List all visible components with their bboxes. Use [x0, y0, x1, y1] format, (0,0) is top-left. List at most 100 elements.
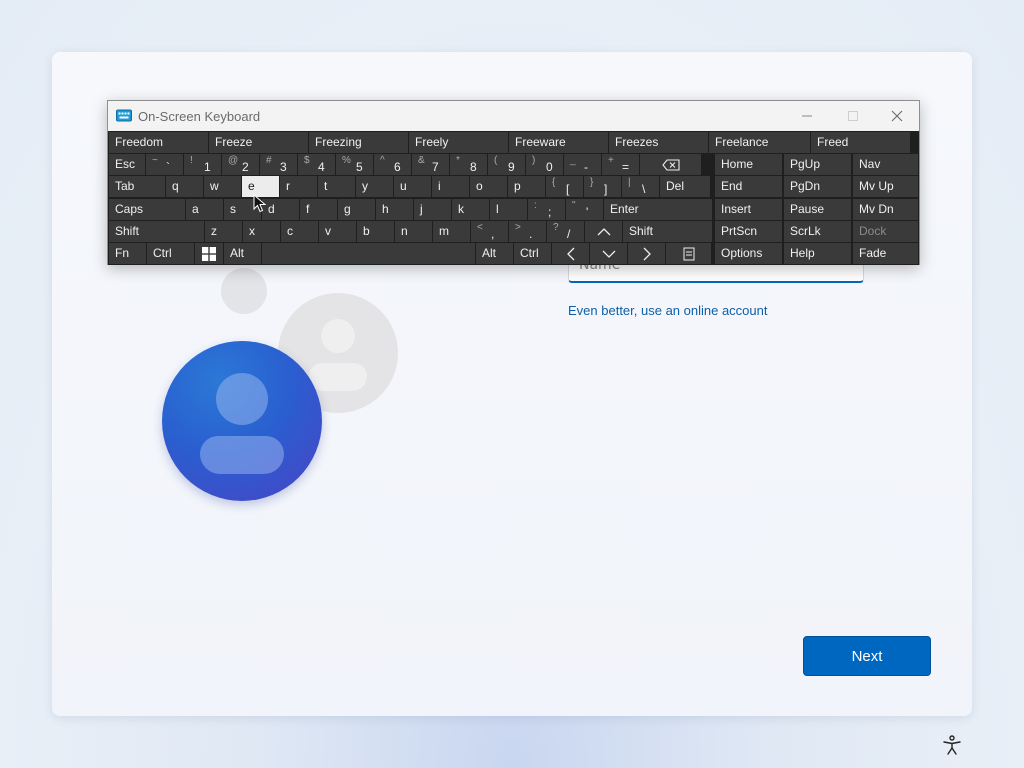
key-pgup[interactable]: PgUp: [784, 154, 851, 175]
key-del[interactable]: Del: [660, 176, 710, 197]
key-t[interactable]: t: [318, 176, 355, 197]
key-symbol[interactable]: ? /: [547, 221, 584, 242]
osk-title-bar[interactable]: On-Screen Keyboard: [108, 101, 919, 131]
key-alt-right[interactable]: Alt: [476, 243, 513, 264]
minimize-button[interactable]: [784, 101, 830, 131]
key-fade[interactable]: Fade: [853, 243, 918, 264]
prediction-freeware[interactable]: Freeware: [509, 132, 608, 153]
key-end[interactable]: End: [715, 176, 782, 197]
prediction-freezing[interactable]: Freezing: [309, 132, 408, 153]
key-symbol[interactable]: :;: [528, 199, 565, 220]
key-q[interactable]: q: [166, 176, 203, 197]
key-symbol[interactable]: <,: [471, 221, 508, 242]
prediction-freelance[interactable]: Freelance: [709, 132, 810, 153]
key-windows[interactable]: [195, 243, 223, 264]
key-m[interactable]: m: [433, 221, 470, 242]
key-g[interactable]: g: [338, 199, 375, 220]
key-symbol[interactable]: + =: [602, 154, 639, 175]
key-nav[interactable]: Nav: [853, 154, 918, 175]
key-arrow-right[interactable]: [628, 243, 665, 264]
key-j[interactable]: j: [414, 199, 451, 220]
key-3[interactable]: #3: [260, 154, 297, 175]
key-scrlk[interactable]: ScrLk: [784, 221, 851, 242]
key-4[interactable]: $4: [298, 154, 335, 175]
prediction-freeze[interactable]: Freeze: [209, 132, 308, 153]
key-1[interactable]: ! 1: [184, 154, 221, 175]
key-home[interactable]: Home: [715, 154, 782, 175]
key-symbol[interactable]: | \: [622, 176, 659, 197]
key-a[interactable]: a: [186, 199, 223, 220]
key-label: PrtScn: [721, 224, 758, 238]
key-f[interactable]: f: [300, 199, 337, 220]
key-insert[interactable]: Insert: [715, 199, 782, 220]
key-w[interactable]: w: [204, 176, 241, 197]
key-0[interactable]: ) 0: [526, 154, 563, 175]
key-y[interactable]: y: [356, 176, 393, 197]
key-mv-up[interactable]: Mv Up: [853, 176, 918, 197]
key-main-label: ]: [604, 182, 608, 196]
key-dock[interactable]: Dock: [853, 221, 918, 242]
key-p[interactable]: p: [508, 176, 545, 197]
key-o[interactable]: o: [470, 176, 507, 197]
key-esc[interactable]: Esc: [109, 154, 145, 175]
key-symbol[interactable]: ~ `: [146, 154, 183, 175]
key-6[interactable]: ^ 6: [374, 154, 411, 175]
key-h[interactable]: h: [376, 199, 413, 220]
key-label: Home: [721, 157, 754, 171]
prediction-freezes[interactable]: Freezes: [609, 132, 708, 153]
key-label: PgUp: [790, 157, 821, 171]
key-d[interactable]: d: [262, 199, 299, 220]
key-shift-right[interactable]: Shift: [623, 221, 712, 242]
key-menu[interactable]: [666, 243, 711, 264]
key-r[interactable]: r: [280, 176, 317, 197]
maximize-button[interactable]: [830, 101, 876, 131]
key-k[interactable]: k: [452, 199, 489, 220]
key-symbol[interactable]: }]: [584, 176, 621, 197]
key-prtscn[interactable]: PrtScn: [715, 221, 782, 242]
key-z[interactable]: z: [205, 221, 242, 242]
key-symbol[interactable]: " ': [566, 199, 603, 220]
key-v[interactable]: v: [319, 221, 356, 242]
prediction-freed[interactable]: Freed: [811, 132, 910, 153]
key-pause[interactable]: Pause: [784, 199, 851, 220]
key-tab[interactable]: Tab: [109, 176, 165, 197]
key-ctrl-right[interactable]: Ctrl: [514, 243, 551, 264]
key-u[interactable]: u: [394, 176, 431, 197]
key-b[interactable]: b: [357, 221, 394, 242]
key-arrow-up[interactable]: [585, 221, 622, 242]
key-x[interactable]: x: [243, 221, 280, 242]
accessibility-icon[interactable]: [941, 734, 963, 756]
close-button[interactable]: [874, 101, 920, 131]
online-account-link[interactable]: Even better, use an online account: [568, 303, 767, 318]
key-arrow-down[interactable]: [590, 243, 627, 264]
key-5[interactable]: % 5: [336, 154, 373, 175]
key-shift-left[interactable]: Shift: [109, 221, 204, 242]
key-help[interactable]: Help: [784, 243, 851, 264]
key-8[interactable]: * 8: [450, 154, 487, 175]
key-space[interactable]: [262, 243, 475, 264]
key-c[interactable]: c: [281, 221, 318, 242]
key-symbol[interactable]: {[: [546, 176, 583, 197]
key-arrow-left[interactable]: [552, 243, 589, 264]
key-i[interactable]: i: [432, 176, 469, 197]
key-fn[interactable]: Fn: [109, 243, 146, 264]
key-caps[interactable]: Caps: [109, 199, 185, 220]
key-enter[interactable]: Enter: [604, 199, 712, 220]
key-alt-left[interactable]: Alt: [224, 243, 261, 264]
key-2[interactable]: @2: [222, 154, 259, 175]
key-options[interactable]: Options: [715, 243, 782, 264]
key-symbol[interactable]: >.: [509, 221, 546, 242]
prediction-freely[interactable]: Freely: [409, 132, 508, 153]
key-9[interactable]: (9: [488, 154, 525, 175]
prediction-freedom[interactable]: Freedom: [109, 132, 208, 153]
key-ctrl-left[interactable]: Ctrl: [147, 243, 194, 264]
key-symbol[interactable]: _ -: [564, 154, 601, 175]
key-n[interactable]: n: [395, 221, 432, 242]
key-pgdn[interactable]: PgDn: [784, 176, 851, 197]
key-7[interactable]: & 7: [412, 154, 449, 175]
key-l[interactable]: l: [490, 199, 527, 220]
key-backspace[interactable]: [640, 154, 701, 175]
key-mv-dn[interactable]: Mv Dn: [853, 199, 918, 220]
on-screen-keyboard-window: On-Screen Keyboard Freedom Freeze Freezing…: [107, 100, 920, 265]
next-button[interactable]: Next: [803, 636, 931, 676]
